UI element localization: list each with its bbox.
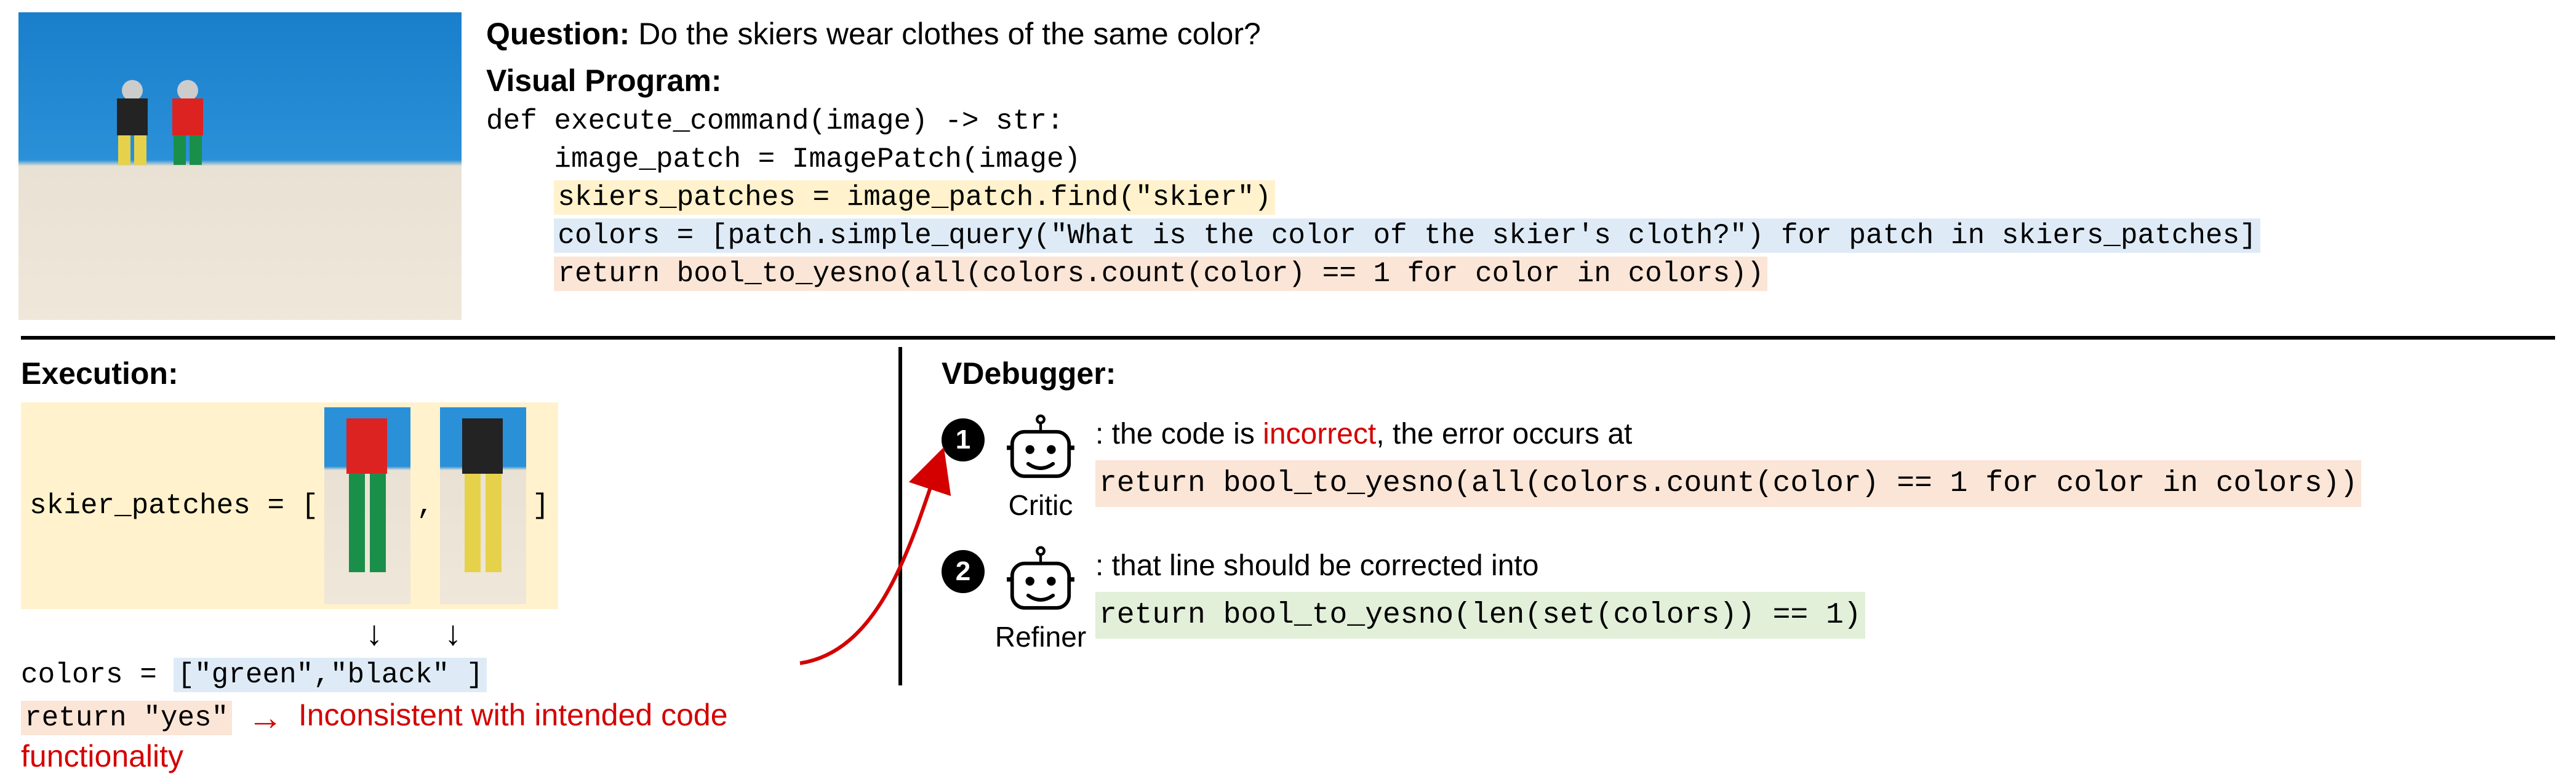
return-code: return "yes" xyxy=(21,701,232,735)
skier-figure-right xyxy=(166,80,209,172)
robot-icon-critic: Critic xyxy=(994,412,1087,492)
code-line-1: image_patch = ImagePatch(image) xyxy=(486,140,2558,178)
return-line: return "yes" → Inconsistent with intende… xyxy=(21,697,892,774)
down-arrow-icon: ↓ xyxy=(444,613,462,653)
bottom-section: Execution: skier_patches = [ , ] ↓ ↓ col… xyxy=(0,345,2576,747)
execution-panel: Execution: skier_patches = [ , ] ↓ ↓ col… xyxy=(0,345,905,747)
refiner-text: : that line should be corrected into ret… xyxy=(1095,544,2558,639)
step-number-2: 2 xyxy=(942,550,985,593)
robot-icon-refiner: Refiner xyxy=(994,544,1087,624)
refiner-step: 2 Refiner : that line should be correcte… xyxy=(942,544,2558,639)
visual-program-label: Visual Program: xyxy=(486,63,2558,98)
critic-code: return bool_to_yesno(all(colors.count(co… xyxy=(1095,460,2361,507)
code-line-3: colors = [patch.simple_query("What is th… xyxy=(486,217,2558,255)
down-arrow-row: ↓ ↓ xyxy=(366,613,892,653)
vertical-divider xyxy=(898,347,902,685)
code-def-line: def execute_command(image) -> str: xyxy=(486,102,2558,140)
top-section: Question: Do the skiers wear clothes of … xyxy=(0,0,2576,331)
code-line-2: skiers_patches = image_patch.find("skier… xyxy=(486,178,2558,217)
question-label: Question: xyxy=(486,17,630,51)
patches-prefix: skier_patches = [ xyxy=(30,490,318,522)
right-arrow-icon: → xyxy=(247,697,283,738)
patches-mid: , xyxy=(417,490,434,522)
horizontal-divider xyxy=(21,336,2555,340)
skier-figure-left xyxy=(111,80,154,172)
question-text: Do the skiers wear clothes of the same c… xyxy=(638,17,1261,51)
skier-patches-box: skier_patches = [ , ] xyxy=(21,402,558,609)
top-text-block: Question: Do the skiers wear clothes of … xyxy=(486,12,2558,293)
critic-step: 1 Critic : the code is incorrect, the er… xyxy=(942,412,2558,507)
skier-patch-image-1 xyxy=(324,407,410,604)
critic-label: Critic xyxy=(994,489,1087,522)
code-line-4: return bool_to_yesno(all(colors.count(co… xyxy=(486,255,2558,293)
colors-line: colors = ["green","black" ] xyxy=(21,659,892,691)
execution-title: Execution: xyxy=(21,356,892,391)
step-number-1: 1 xyxy=(942,418,985,461)
critic-text: : the code is incorrect, the error occur… xyxy=(1095,412,2558,507)
refiner-code: return bool_to_yesno(len(set(colors)) ==… xyxy=(1095,592,1865,639)
refiner-label: Refiner xyxy=(994,620,1087,653)
vdebugger-panel: VDebugger: 1 Critic : the code is incorr xyxy=(905,345,2576,747)
vdebugger-title: VDebugger: xyxy=(942,356,2558,391)
down-arrow-icon: ↓ xyxy=(366,613,383,653)
skier-patch-image-2 xyxy=(440,407,526,604)
input-image xyxy=(18,12,462,320)
patches-suffix: ] xyxy=(532,490,550,522)
